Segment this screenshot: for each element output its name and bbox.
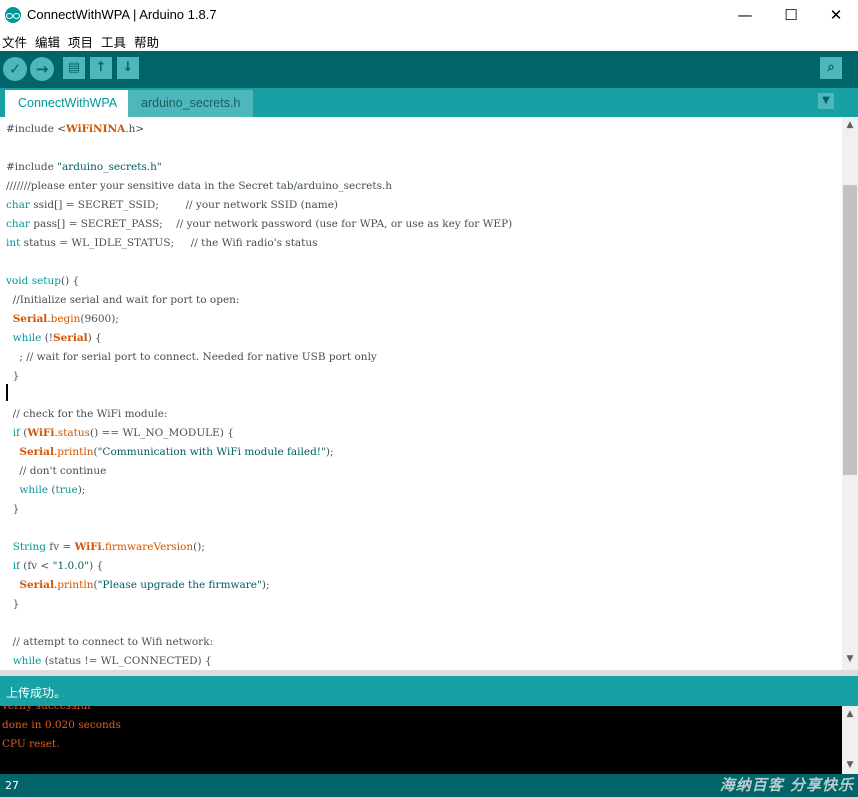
menu-help[interactable]: 帮助 <box>134 32 159 51</box>
new-sketch-button[interactable]: ▤ <box>63 57 85 79</box>
scroll-up-icon[interactable]: ▲ <box>842 120 858 130</box>
open-sketch-button[interactable]: ↑ <box>90 57 112 79</box>
minimize-button[interactable]: — <box>722 0 768 30</box>
serial-monitor-button[interactable]: ⌕ <box>820 57 842 79</box>
code-line: #include "arduino_secrets.h" <box>6 161 162 173</box>
code-line: //Initialize serial and wait for port to… <box>6 294 240 306</box>
code-line: if (WiFi.status() == WL_NO_MODULE) { <box>12 427 234 439</box>
close-button[interactable]: ✕ <box>813 0 858 30</box>
tab-arduino-secrets[interactable]: arduino_secrets.h <box>128 90 254 117</box>
code-line: char pass[] = SECRET_PASS; // your netwo… <box>6 218 513 230</box>
console-line: done in 0.020 seconds <box>2 719 121 731</box>
code-line: while (true); <box>19 484 86 496</box>
code-line: while (status != WL_CONNECTED) { <box>12 655 212 667</box>
console-scroll-up-icon[interactable]: ▲ <box>842 709 858 719</box>
code-line: Serial.println("Communication with WiFi … <box>19 446 334 458</box>
code-line: char ssid[] = SECRET_SSID; // your netwo… <box>6 199 339 211</box>
tab-connectwithwpa[interactable]: ConnectWithWPA <box>5 90 131 117</box>
code-line: // check for the WiFi module: <box>6 408 168 420</box>
save-sketch-button[interactable]: ↓ <box>117 57 139 79</box>
status-bar: 上传成功。 <box>0 676 858 706</box>
watermark: 海纳百客 分享快乐 <box>719 776 854 794</box>
scroll-down-icon[interactable]: ▼ <box>842 654 858 664</box>
menu-file[interactable]: 文件 <box>2 32 27 51</box>
code-line: void setup() { <box>6 275 80 287</box>
upload-button[interactable]: → <box>30 57 54 81</box>
code-line: #include <WiFiNINA.h> <box>6 123 145 135</box>
toolbar: ✓ → ▤ ↑ ↓ ⌕ <box>0 51 858 88</box>
code-editor[interactable]: #include <WiFiNINA.h> #include "arduino_… <box>0 117 842 670</box>
line-number: 27 <box>5 779 19 792</box>
console-scroll-down-icon[interactable]: ▼ <box>842 760 858 770</box>
console-line: verify successful <box>2 706 91 712</box>
code-line: String fv = WiFi.firmwareVersion(); <box>12 541 205 553</box>
window-title: ConnectWithWPA | Arduino 1.8.7 <box>27 7 217 22</box>
tab-strip: ConnectWithWPA arduino_secrets.h ▼ <box>0 88 858 117</box>
code-line: ///////please enter your sensitive data … <box>6 180 393 192</box>
editor-scrollbar-thumb[interactable] <box>843 185 857 475</box>
menu-edit[interactable]: 编辑 <box>35 32 60 51</box>
code-line: // don't continue <box>6 465 107 477</box>
code-text[interactable]: #include <WiFiNINA.h> #include "arduino_… <box>6 120 512 670</box>
menu-bar: 文件 编辑 项目 工具 帮助 <box>0 30 858 51</box>
code-line: } <box>6 370 20 382</box>
console-line: CPU reset. <box>2 738 60 750</box>
tab-menu-chevron-down-icon[interactable]: ▼ <box>818 93 834 109</box>
code-line: ; // wait for serial port to connect. Ne… <box>6 351 377 363</box>
text-caret <box>6 384 8 401</box>
code-line: } <box>6 503 20 515</box>
code-line: while (!Serial) { <box>12 332 102 344</box>
code-line: int status = WL_IDLE_STATUS; // the Wifi… <box>6 237 318 249</box>
code-line: // attempt to connect to Wifi network: <box>6 636 214 648</box>
menu-sketch[interactable]: 项目 <box>68 32 93 51</box>
bottom-status-bar: 27 海纳百客 分享快乐 <box>0 774 858 797</box>
code-line: Serial.println("Please upgrade the firmw… <box>19 579 270 591</box>
verify-button[interactable]: ✓ <box>3 57 27 81</box>
menu-tools[interactable]: 工具 <box>101 32 126 51</box>
code-line: if (fv < "1.0.0") { <box>12 560 104 572</box>
title-bar: ConnectWithWPA | Arduino 1.8.7 — ☐ ✕ <box>0 0 858 30</box>
code-line: Serial.begin(9600); <box>12 313 119 325</box>
console-output[interactable]: verify successful done in 0.020 seconds … <box>0 706 842 774</box>
maximize-button[interactable]: ☐ <box>768 0 814 30</box>
code-line: } <box>6 598 20 610</box>
arduino-logo-icon <box>5 7 21 23</box>
status-message: 上传成功。 <box>6 686 67 700</box>
